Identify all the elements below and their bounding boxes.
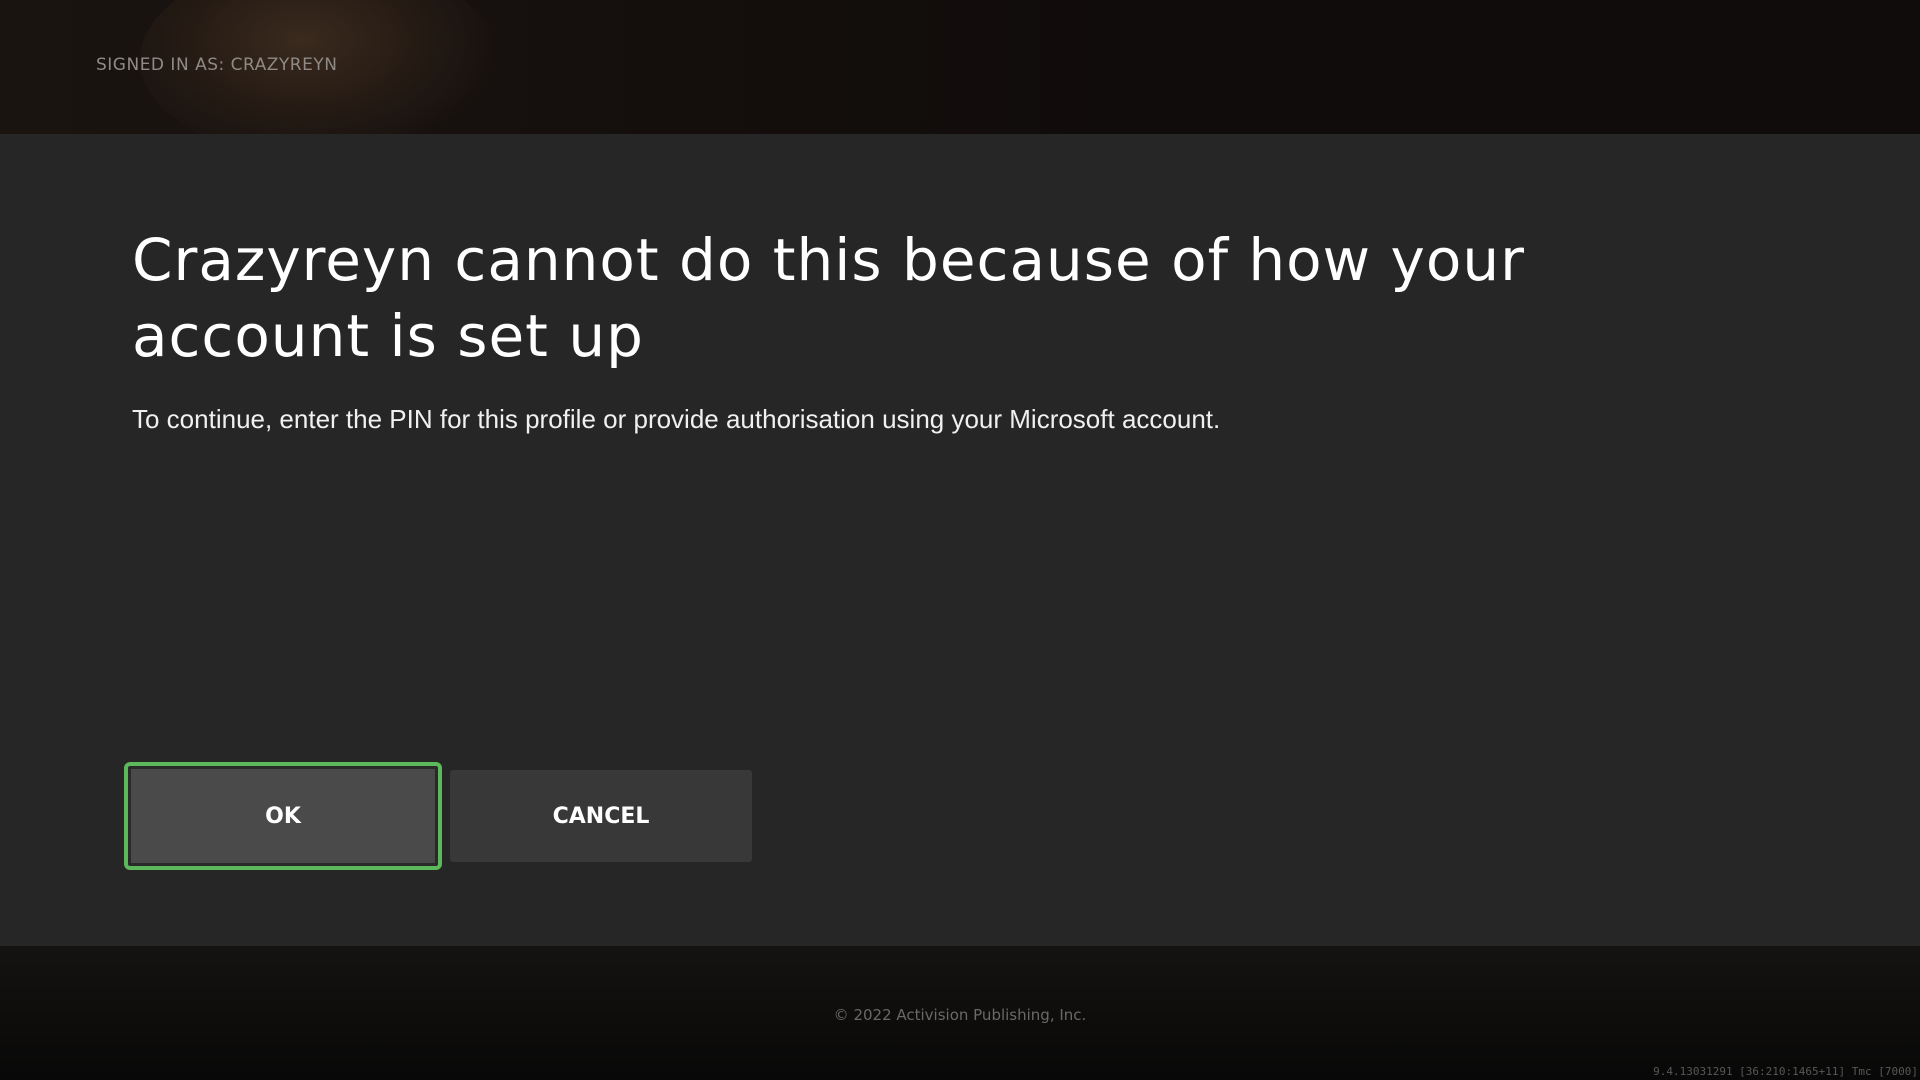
ok-button[interactable]: OK <box>124 762 442 870</box>
dialog-title: Crazyreyn cannot do this because of how … <box>132 226 1525 370</box>
cancel-button[interactable]: CANCEL <box>450 770 752 862</box>
cancel-button-label: CANCEL <box>552 803 650 829</box>
game-screen: SIGNED IN AS: CRAZYREYN Crazyreyn cannot… <box>0 0 1920 1080</box>
header-backdrop: SIGNED IN AS: CRAZYREYN <box>0 0 1920 160</box>
footer-backdrop: © 2022 Activision Publishing, Inc. 9.4.1… <box>0 946 1920 1080</box>
account-restriction-dialog: Crazyreyn cannot do this because of how … <box>0 134 1920 946</box>
build-info-text: 9.4.13031291 [36:210:1465+11] Tmc [7000] <box>1653 1065 1918 1078</box>
copyright-text: © 2022 Activision Publishing, Inc. <box>833 1006 1087 1024</box>
dialog-message: To continue, enter the PIN for this prof… <box>132 404 1221 434</box>
ok-button-label: OK <box>265 803 301 829</box>
signed-in-label: SIGNED IN AS: CRAZYREYN <box>96 55 338 75</box>
